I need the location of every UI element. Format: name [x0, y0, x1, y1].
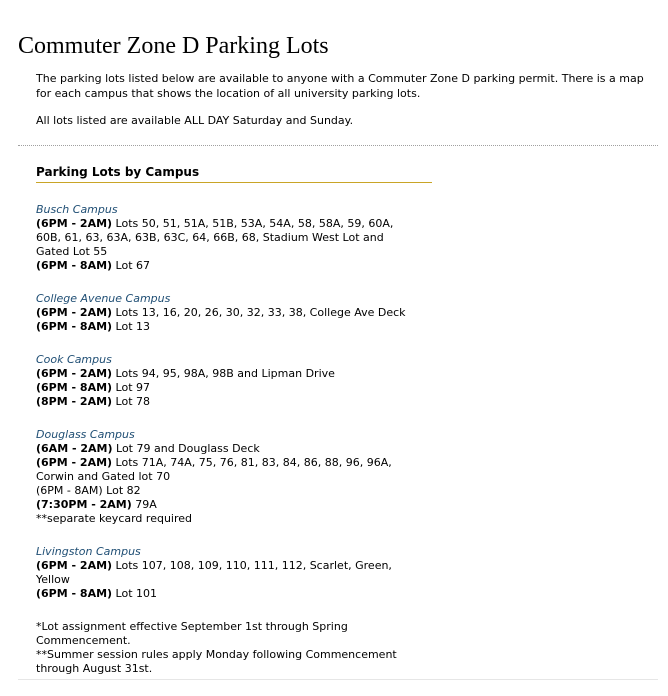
campus-link-busch[interactable]: Busch Campus [36, 203, 416, 217]
lot-list: Lots 94, 95, 98A, 98B and Lipman Drive [112, 367, 335, 380]
lot-list: Lot 78 [112, 395, 151, 408]
lot-list: 79A [131, 498, 157, 511]
campus-link-cook[interactable]: Cook Campus [36, 353, 416, 367]
lot-hours: (6PM - 2AM) [36, 367, 113, 380]
footnote-summer-rules: **Summer session rules apply Monday foll… [36, 648, 397, 675]
lot-list: (6PM - 8AM) Lot 82 [36, 484, 141, 497]
lot-entry: (6PM - 8AM) Lot 101 [36, 587, 416, 601]
lot-entry: (6PM - 2AM) Lots 13, 16, 20, 26, 30, 32,… [36, 306, 416, 320]
lot-entry: (6AM - 2AM) Lot 79 and Douglass Deck [36, 442, 416, 456]
campus-block-college-avenue: College Avenue Campus (6PM - 2AM) Lots 1… [36, 292, 416, 334]
lot-hours: (6PM - 2AM) [36, 559, 113, 572]
lot-entry: (6PM - 2AM) Lots 107, 108, 109, 110, 111… [36, 559, 416, 587]
lot-hours: (6PM - 8AM) [36, 381, 113, 394]
lot-hours: (6PM - 8AM) [36, 587, 113, 600]
lot-hours: (6PM - 2AM) [36, 306, 113, 319]
lot-hours: (6PM - 8AM) [36, 259, 113, 272]
campus-block-busch: Busch Campus (6PM - 2AM) Lots 50, 51, 51… [36, 203, 416, 273]
keycard-note: **separate keycard required [36, 512, 193, 525]
lot-list: Lot 67 [112, 259, 151, 272]
lot-entry: (6PM - 8AM) Lot 67 [36, 259, 416, 273]
lot-entry: (6PM - 8AM) Lot 97 [36, 381, 416, 395]
footnotes: *Lot assignment effective September 1st … [36, 620, 416, 676]
lot-entry: (6PM - 2AM) Lots 50, 51, 51A, 51B, 53A, … [36, 217, 416, 259]
lot-entry: (8PM - 2AM) Lot 78 [36, 395, 416, 409]
lot-entry: (7:30PM - 2AM) 79A [36, 498, 416, 512]
page-title: Commuter Zone D Parking Lots [18, 33, 329, 59]
footnote-lot-assignment: *Lot assignment effective September 1st … [36, 620, 348, 647]
lot-hours: (6PM - 2AM) [36, 456, 113, 469]
weekend-note: All lots listed are available ALL DAY Sa… [36, 114, 354, 127]
lot-list: Lot 97 [112, 381, 151, 394]
parking-lots-section: Parking Lots by Campus Busch Campus (6PM… [36, 164, 432, 676]
lot-entry: (6PM - 2AM) Lots 71A, 74A, 75, 76, 81, 8… [36, 456, 416, 484]
lot-hours: (6PM - 2AM) [36, 217, 113, 230]
lot-list: Lot 79 and Douglass Deck [112, 442, 260, 455]
lot-list: Lot 101 [112, 587, 158, 600]
campus-link-college-avenue[interactable]: College Avenue Campus [36, 292, 416, 306]
lot-hours: (8PM - 2AM) [36, 395, 113, 408]
lot-hours: (7:30PM - 2AM) [36, 498, 132, 511]
lot-hours: (6AM - 2AM) [36, 442, 113, 455]
bottom-divider [18, 679, 658, 680]
section-heading: Parking Lots by Campus [36, 164, 432, 183]
lot-entry: (6PM - 8AM) Lot 13 [36, 320, 416, 334]
intro-paragraph: The parking lots listed below are availa… [36, 72, 644, 100]
lot-list: Lots 13, 16, 20, 26, 30, 32, 33, 38, Col… [112, 306, 406, 319]
lot-list: Lot 13 [112, 320, 151, 333]
campus-block-cook: Cook Campus (6PM - 2AM) Lots 94, 95, 98A… [36, 353, 416, 409]
intro-section: The parking lots listed below are availa… [36, 71, 646, 140]
lot-hours: (6PM - 8AM) [36, 320, 113, 333]
section-divider [18, 145, 658, 146]
campus-block-douglass: Douglass Campus (6AM - 2AM) Lot 79 and D… [36, 428, 416, 526]
campus-link-livingston[interactable]: Livingston Campus [36, 545, 416, 559]
campus-block-livingston: Livingston Campus (6PM - 2AM) Lots 107, … [36, 545, 416, 601]
campus-link-douglass[interactable]: Douglass Campus [36, 428, 416, 442]
lot-entry: (6PM - 8AM) Lot 82 [36, 484, 416, 498]
lot-entry: (6PM - 2AM) Lots 94, 95, 98A, 98B and Li… [36, 367, 416, 381]
